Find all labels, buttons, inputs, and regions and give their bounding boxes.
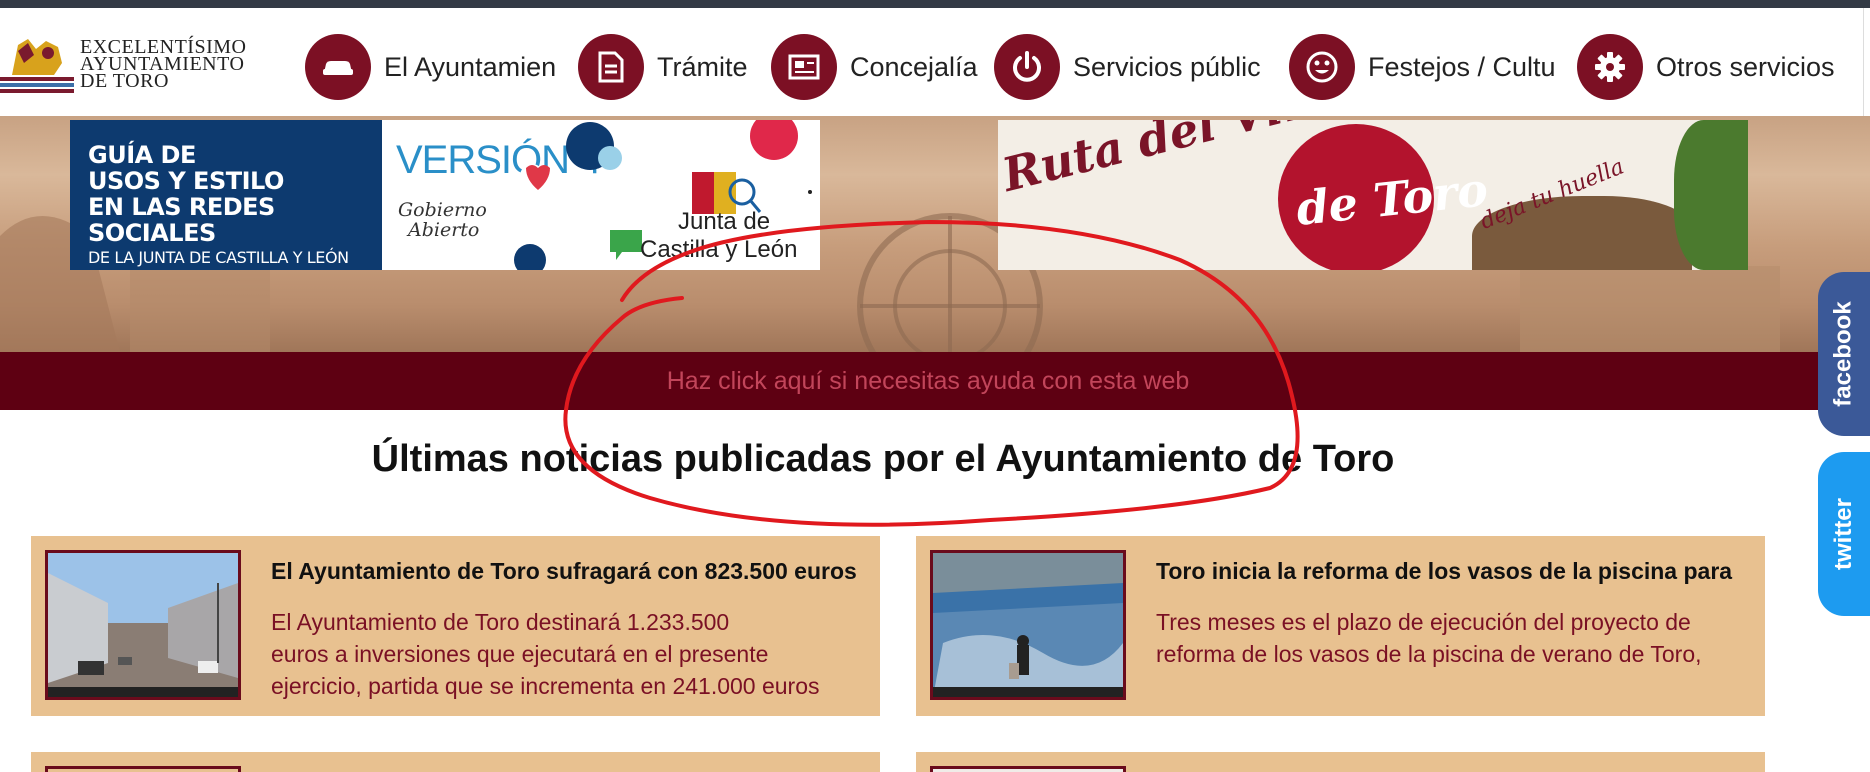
news-thumbnail[interactable] <box>930 766 1126 772</box>
junta-castilla-leon-logo: Junta de Castilla y León <box>640 208 797 264</box>
nav-label-tramite: Trámite <box>657 51 748 82</box>
junta-line-2: Castilla y León <box>640 236 798 263</box>
banner-ruta-del-vino[interactable]: Ruta del Vino de Toro deja tu huella <box>998 120 1748 270</box>
news-excerpt-line: reforma de los vasos de la piscina de ve… <box>1156 641 1702 667</box>
car-icon <box>305 34 371 100</box>
news-excerpt-line: euros a inversiones que ejecutará en el … <box>271 641 769 667</box>
news-excerpt: El Ayuntamiento de Toro destinará 1.233.… <box>271 606 871 702</box>
news-card[interactable] <box>916 752 1765 772</box>
nav-item-ayuntamiento[interactable]: El Ayuntamien <box>305 32 559 102</box>
hero-section: GUÍA DE USOS Y ESTILO EN LAS REDES SOCIA… <box>0 116 1870 352</box>
nav-label-otros-servicios: Otros servicios <box>1656 51 1835 82</box>
nav-label-ayuntamiento: El Ayuntamien <box>384 51 557 82</box>
power-icon <box>994 34 1060 100</box>
banner-guia-redes-sociales[interactable]: GUÍA DE USOS Y ESTILO EN LAS REDES SOCIA… <box>70 120 820 270</box>
twitter-label: twitter <box>1830 498 1857 570</box>
main-navbar: EXCELENTÍSIMO AYUNTAMIENTO DE TORO El Ay… <box>0 8 1864 116</box>
nav-label-festejos: Festejos / Cultu <box>1368 51 1556 82</box>
smile-icon <box>1289 34 1355 100</box>
news-section-title: Últimas noticias publicadas por el Ayunt… <box>371 438 1395 480</box>
news-thumbnail[interactable] <box>45 766 241 772</box>
document-icon <box>578 34 644 100</box>
nav-label-concejalia: Concejalía <box>850 51 978 82</box>
facebook-tab[interactable]: facebook <box>1818 272 1870 436</box>
news-card[interactable]: Toro inicia la reforma de los vasos de l… <box>916 536 1765 716</box>
news-excerpt-line: El Ayuntamiento de Toro destinará 1.233.… <box>271 609 730 635</box>
help-link[interactable]: Haz click aquí si necesitas ayuda con es… <box>667 352 1190 410</box>
newspaper-icon <box>771 34 837 100</box>
facebook-label: facebook <box>1830 301 1857 407</box>
news-excerpt-line: ejercicio, partida que se incrementa en … <box>271 673 820 699</box>
news-title[interactable]: Toro inicia la reforma de los vasos de l… <box>1156 558 1732 585</box>
news-excerpt: Tres meses es el plazo de ejecución del … <box>1156 606 1756 670</box>
logo-text: EXCELENTÍSIMO AYUNTAMIENTO DE TORO <box>80 37 246 92</box>
junta-line-1: Junta de <box>678 208 771 235</box>
news-title[interactable]: El Ayuntamiento de Toro sufragará con 82… <box>271 558 857 585</box>
top-strip <box>0 0 1870 8</box>
site-logo[interactable]: EXCELENTÍSIMO AYUNTAMIENTO DE TORO <box>0 33 290 108</box>
gear-icon <box>1577 34 1643 100</box>
news-card[interactable] <box>31 752 880 772</box>
coat-of-arms-icon <box>0 39 74 93</box>
logo-line-3: DE TORO <box>80 70 169 92</box>
news-excerpt-line: Tres meses es el plazo de ejecución del … <box>1156 609 1691 635</box>
nav-label-servicios-publicos: Servicios públic <box>1073 51 1261 82</box>
news-thumbnail-street[interactable] <box>45 550 241 700</box>
news-card[interactable]: El Ayuntamiento de Toro sufragará con 82… <box>31 536 880 716</box>
vine-image <box>1674 120 1748 270</box>
twitter-tab[interactable]: twitter <box>1818 452 1870 616</box>
nav-item-festejos[interactable]: Festejos / Cultu <box>1289 32 1563 102</box>
nav-item-otros-servicios[interactable]: Otros servicios <box>1577 32 1848 102</box>
nav-item-servicios-publicos[interactable]: Servicios públic <box>994 32 1273 102</box>
news-thumbnail-pool[interactable] <box>930 550 1126 700</box>
help-bar: Haz click aquí si necesitas ayuda con es… <box>0 352 1870 410</box>
nav-item-tramite[interactable]: Trámite <box>578 32 757 102</box>
nav-item-concejalia[interactable]: Concejalía <box>771 32 980 102</box>
